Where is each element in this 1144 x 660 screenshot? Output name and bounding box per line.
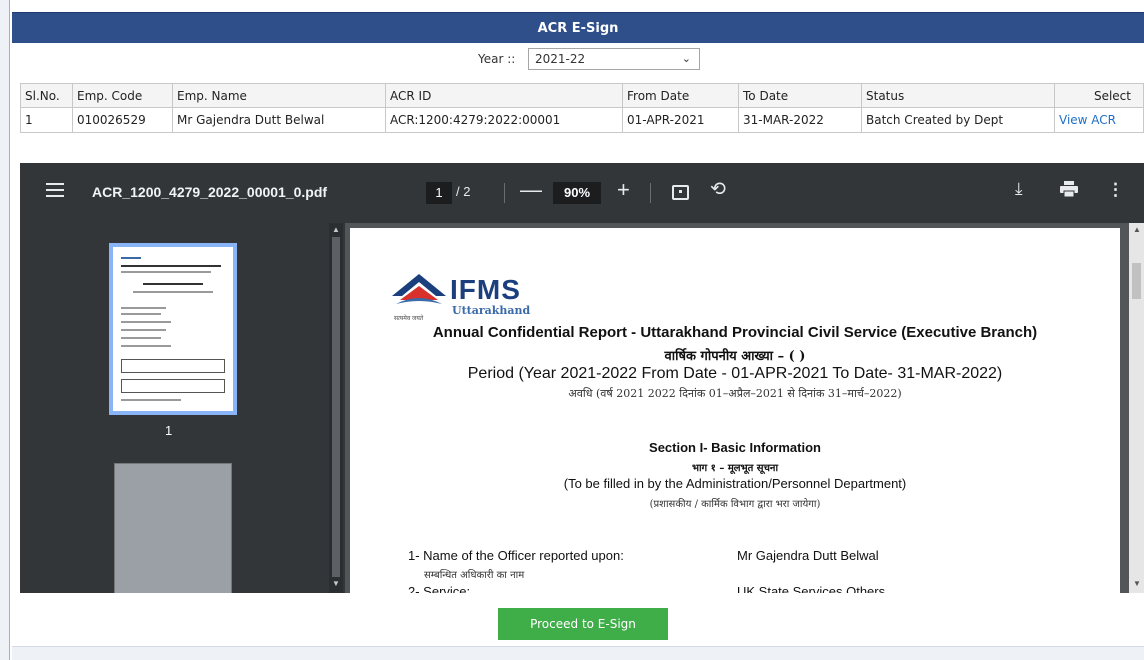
pdf-toolbar: ACR_1200_4279_2022_00001_0.pdf 1 / 2 — 9… — [20, 163, 1144, 223]
page-number-input[interactable]: 1 — [426, 182, 452, 204]
zoom-out-button[interactable]: — — [520, 177, 542, 203]
thumbnail-page-2[interactable] — [114, 463, 232, 593]
scroll-down-arrow-icon[interactable]: ▼ — [1133, 579, 1141, 588]
field-label-hindi: सम्बन्धित अधिकारी का नाम — [424, 570, 525, 581]
thumbnail-page-number: 1 — [165, 423, 173, 438]
field-label: 2- Service: — [408, 584, 471, 593]
col-header-emp-code: Emp. Code — [72, 83, 173, 108]
footer-strip — [12, 646, 1144, 660]
col-header-from-date: From Date — [622, 83, 739, 108]
page-title: ACR E-Sign — [537, 21, 619, 36]
col-header-acr-id: ACR ID — [385, 83, 623, 108]
section-note: (To be filled in by the Administration/P… — [563, 476, 907, 491]
logo-state: Uttarakhand — [452, 304, 531, 317]
rotate-icon[interactable]: ⟲ — [710, 178, 726, 201]
page-scrollbar[interactable]: ▲ ▼ — [1129, 223, 1144, 593]
thumbnail-sidebar: 1 — [20, 223, 345, 593]
field-label: 1- Name of the Officer reported upon: — [408, 548, 624, 563]
scroll-up-arrow-icon[interactable]: ▲ — [332, 225, 340, 234]
print-icon[interactable] — [1060, 181, 1078, 198]
year-selected-value: 2021-22 — [535, 52, 586, 66]
pdf-viewer: ACR_1200_4279_2022_00001_0.pdf 1 / 2 — 9… — [20, 163, 1144, 593]
field-value: UK State Services Others — [737, 584, 886, 593]
cell-status: Batch Created by Dept — [861, 107, 1055, 133]
left-border — [0, 0, 10, 660]
toolbar-divider — [504, 183, 505, 203]
fit-page-icon[interactable] — [672, 185, 689, 200]
field-value: Mr Gajendra Dutt Belwal — [737, 548, 879, 563]
col-header-slno: Sl.No. — [20, 83, 73, 108]
page: ACR E-Sign Year :: 2021-22 ⌄ Sl.No. Emp.… — [0, 0, 1144, 660]
view-acr-link[interactable]: View ACR — [1059, 113, 1116, 127]
logo-mountain-icon — [392, 274, 446, 304]
toolbar-divider — [650, 183, 651, 203]
more-options-icon[interactable]: ⋮ — [1107, 180, 1124, 200]
year-filter: Year :: 2021-22 ⌄ — [12, 48, 1144, 72]
chevron-down-icon: ⌄ — [681, 52, 691, 65]
col-header-select: Select — [1054, 83, 1144, 108]
col-header-status: Status — [861, 83, 1055, 108]
download-icon[interactable]: ⤓ — [1015, 179, 1023, 199]
menu-icon[interactable] — [46, 183, 64, 197]
thumbnail-page-1[interactable] — [109, 243, 237, 415]
thumbnail-scrollbar[interactable]: ▲ ▼ — [329, 223, 343, 593]
cell-acr-id: ACR:1200:4279:2022:00001 — [385, 107, 623, 133]
section-title: Section I- Basic Information — [649, 440, 821, 455]
scroll-down-arrow-icon[interactable]: ▼ — [332, 579, 340, 588]
page-canvas: IFMS Uttarakhand सत्यमेव जयते Annual Con… — [345, 223, 1144, 593]
year-label: Year :: — [478, 52, 516, 66]
logo-brand: IFMS — [450, 274, 521, 305]
ifms-logo: IFMS Uttarakhand सत्यमेव जयते — [390, 270, 530, 324]
cell-emp-name: Mr Gajendra Dutt Belwal — [172, 107, 386, 133]
col-header-emp-name: Emp. Name — [172, 83, 386, 108]
section-title-hindi: भाग १ – मूलभूत सूचना — [691, 463, 779, 474]
proceed-to-esign-button[interactable]: Proceed to E-Sign — [498, 608, 668, 640]
cell-emp-code: 010026529 — [72, 107, 173, 133]
header-bar: ACR E-Sign — [12, 12, 1144, 43]
col-header-to-date: To Date — [738, 83, 862, 108]
doc-period: Period (Year 2021-2022 From Date - 01-AP… — [467, 365, 1003, 382]
table-header-row: Sl.No. Emp. Code Emp. Name ACR ID From D… — [20, 83, 1144, 108]
table-row: 1 010026529 Mr Gajendra Dutt Belwal ACR:… — [20, 107, 1144, 133]
scroll-up-arrow-icon[interactable]: ▲ — [1133, 225, 1141, 234]
zoom-level-input[interactable]: 90% — [553, 182, 601, 204]
doc-period-hindi: अवधि (वर्ष 2021 2022 दिनांक 01–अप्रैल–20… — [568, 387, 902, 400]
section-note-hindi: (प्रशासकीय / कार्मिक विभाग द्वारा भरा जा… — [649, 499, 821, 510]
logo-tagline: सत्यमेव जयते — [394, 316, 424, 322]
pdf-filename: ACR_1200_4279_2022_00001_0.pdf — [92, 184, 328, 200]
pdf-page: IFMS Uttarakhand सत्यमेव जयते Annual Con… — [350, 228, 1120, 593]
cell-from-date: 01-APR-2021 — [622, 107, 739, 133]
doc-title-hindi: वार्षिक गोपनीय आख्या – ( ) — [664, 349, 806, 364]
acr-table: Sl.No. Emp. Code Emp. Name ACR ID From D… — [20, 83, 1144, 133]
doc-title: Annual Confidential Report - Uttarakhand… — [432, 324, 1038, 341]
page-total: / 2 — [456, 184, 471, 199]
zoom-in-button[interactable]: + — [617, 177, 630, 203]
cell-slno: 1 — [20, 107, 73, 133]
year-select[interactable]: 2021-22 ⌄ — [528, 48, 700, 70]
cell-to-date: 31-MAR-2022 — [738, 107, 862, 133]
